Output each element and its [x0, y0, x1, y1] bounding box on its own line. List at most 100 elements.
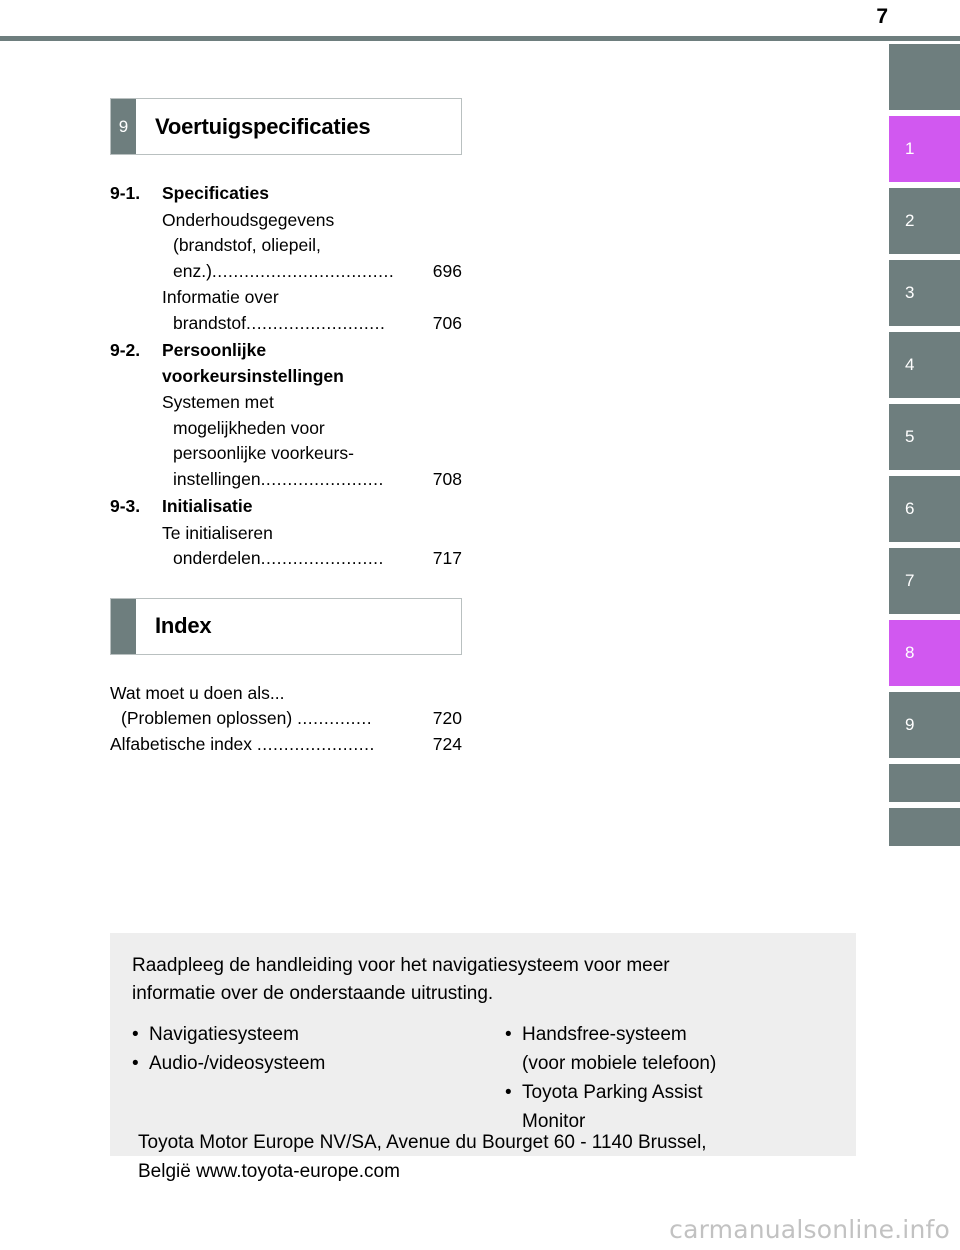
toc-page-number: 706 [432, 312, 462, 333]
toc-leader-row[interactable]: brandstof.......................... 706 [162, 311, 462, 337]
chapter-tab-label: 1 [905, 139, 915, 158]
chapter-tab-label: 6 [905, 499, 915, 518]
chapter-tab-2[interactable]: 2 [889, 188, 960, 254]
index-number [111, 598, 136, 654]
page-number: 7 [876, 5, 888, 28]
chapter-tab-1[interactable]: 1 [889, 116, 960, 182]
table-of-contents: 9-1. Specificaties Onderhoudsgegevens (bran… [110, 181, 462, 572]
bullet-dot-icon: • [132, 1024, 139, 1045]
toc-group: 9-2. Persoonlijke voorkeursinstellingen Sys… [110, 338, 462, 492]
toc-entry-line: Onderhoudsgegevens [162, 209, 335, 230]
chapter-tab-rail: 1 2 3 4 5 6 7 8 9 [889, 44, 960, 852]
chapter-tab-9[interactable]: 9 [889, 692, 960, 758]
toc-entry-line: (brandstof, oliepeil, [173, 235, 321, 255]
toc-leader-row[interactable]: onderdelen....................... 717 [162, 546, 462, 572]
chapter-tab-blank-11[interactable] [889, 808, 960, 846]
toc-entry-line: Systemen met [162, 392, 274, 412]
notice-lead-paragraph: Raadpleeg de handleiding voor het naviga… [132, 952, 834, 1008]
bullet-dot-icon: • [505, 1024, 512, 1045]
toc-entry-text: Alfabetische index [110, 733, 257, 754]
notice-lead-line-1: Raadpleeg de handleiding voor het naviga… [132, 955, 670, 976]
toc-group-heading[interactable]: 9-1. Specificaties [110, 181, 462, 207]
bullet-dot-icon: • [132, 1053, 139, 1074]
toc-leader-row[interactable]: Alfabetische index .....................… [110, 732, 462, 758]
toc-page-number: 724 [432, 733, 462, 754]
chapter-tab-blank-0[interactable] [889, 44, 960, 110]
chapter-tab-4[interactable]: 4 [889, 332, 960, 398]
toc-leader-dots: ....................... [260, 468, 384, 489]
toc-leader-row[interactable]: enz.).................................. 6… [162, 259, 462, 285]
toc-leader-row[interactable]: instellingen....................... 708 [162, 467, 462, 493]
notice-bullet-label: Handsfree-systeem (voor mobiele telefoon) [522, 1024, 717, 1074]
address-line-1: Toyota Motor Europe NV/SA, Avenue du Bou… [138, 1132, 707, 1153]
notice-bullet-item: • Navigatiesysteem [132, 1020, 483, 1049]
notice-bullet-label: Audio-/videosysteem [149, 1053, 326, 1074]
toc-page-number: 696 [432, 260, 462, 281]
toc-leader-dots: ....................... [260, 548, 384, 568]
site-watermark: carmanualsonline.info [669, 1215, 950, 1244]
toc-group-label: Persoonlijke voorkeursinstellingen [162, 340, 344, 386]
notice-bullet-item: • Handsfree-systeem (voor mobiele telefoon… [505, 1020, 834, 1078]
toc-group-label: Specificaties [162, 183, 269, 203]
chapter-tab-label: 8 [905, 643, 915, 662]
chapter-tab-6[interactable]: 6 [889, 476, 960, 542]
manufacturer-address: Toyota Motor Europe NV/SA, Avenue du Bou… [138, 1128, 858, 1186]
index-header-box: Index [110, 597, 462, 655]
toc-entry[interactable]: Systemen met mogelijkheden voor persoonlij… [110, 390, 462, 492]
content-column: 9 Voertuigspecificaties 9-1. Specificatie… [110, 0, 862, 757]
notice-column-left: • Navigatiesysteem • Audio-/videosysteem [132, 1020, 483, 1136]
toc-page-number: 717 [432, 548, 462, 568]
toc-entry-line: Informatie over [162, 287, 279, 307]
index-entry[interactable]: Wat moet u doen als... (Problemen oplosse… [110, 681, 462, 732]
chapter-tab-label: 2 [905, 211, 915, 230]
toc-leader-row[interactable]: (Problemen oplossen) .............. 720 [110, 706, 462, 732]
section-number: 9 [111, 99, 136, 154]
toc-entry[interactable]: Te initialiseren onderdelen..............… [110, 521, 462, 572]
toc-group-heading[interactable]: 9-3. Initialisatie [110, 494, 462, 520]
toc-page-number: 720 [432, 708, 462, 728]
address-line-2: België www.toyota-europe.com [138, 1161, 400, 1182]
chapter-tab-label: 4 [905, 355, 915, 374]
toc-leader-dots: ...................... [256, 733, 375, 754]
chapter-tab-5[interactable]: 5 [889, 404, 960, 470]
chapter-tab-label: 7 [905, 571, 915, 590]
index-entries: Wat moet u doen als... (Problemen oplosse… [110, 681, 462, 758]
chapter-tab-7[interactable]: 7 [889, 548, 960, 614]
toc-group-label: Initialisatie [162, 496, 253, 516]
chapter-tab-label: 5 [905, 427, 915, 446]
toc-entry-line: persoonlijke voorkeurs- [173, 443, 354, 463]
chapter-tab-8[interactable]: 8 [889, 620, 960, 686]
toc-group: 9-1. Specificaties Onderhoudsgegevens (bran… [110, 181, 462, 336]
chapter-tab-label: 9 [905, 715, 915, 734]
navigation-notice-box: Raadpleeg de handleiding voor het naviga… [110, 933, 856, 1156]
toc-entry-line: mogelijkheden voor [173, 417, 325, 438]
toc-group-heading[interactable]: 9-2. Persoonlijke voorkeursinstellingen [110, 338, 462, 389]
index-entry[interactable]: Alfabetische index .....................… [110, 732, 462, 758]
notice-bullet-label: Navigatiesysteem [149, 1024, 299, 1045]
toc-leader-dots: .......................... [245, 312, 386, 333]
chapter-tab-3[interactable]: 3 [889, 260, 960, 326]
index-title: Index [155, 613, 212, 638]
toc-group-number: 9-1. [110, 183, 141, 203]
toc-entry-text: brandstof [173, 312, 246, 333]
toc-entry-text: instellingen [173, 468, 261, 489]
toc-entry-text: enz.) [173, 260, 212, 281]
chapter-tab-label: 3 [905, 283, 915, 302]
notice-column-right: • Handsfree-systeem (voor mobiele telefoon… [483, 1020, 834, 1136]
toc-group-number: 9-3. [110, 496, 141, 516]
toc-leader-dots: .................................. [211, 260, 395, 281]
notice-bullet-columns: • Navigatiesysteem • Audio-/videosysteem • H… [132, 1020, 834, 1136]
toc-page-number: 708 [432, 468, 462, 489]
toc-leader-dots: .............. [297, 708, 373, 728]
index-entry-line: Wat moet u doen als... [110, 682, 285, 703]
toc-entry-text: onderdelen [173, 548, 261, 568]
chapter-tab-blank-10[interactable] [889, 764, 960, 802]
toc-group-number: 9-2. [110, 340, 141, 360]
notice-lead-line-2: informatie over de onderstaande uitrusti… [132, 983, 494, 1004]
toc-entry[interactable]: Informatie over brandstof................… [110, 285, 462, 336]
toc-entry-line: Te initialiseren [162, 522, 273, 543]
section-title: Voertuigspecificaties [155, 113, 371, 139]
section-header-box: 9 Voertuigspecificaties [110, 98, 462, 155]
toc-entry-text: (Problemen oplossen) [121, 708, 298, 728]
toc-entry[interactable]: Onderhoudsgegevens (brandstof, oliepeil, e… [110, 208, 462, 285]
